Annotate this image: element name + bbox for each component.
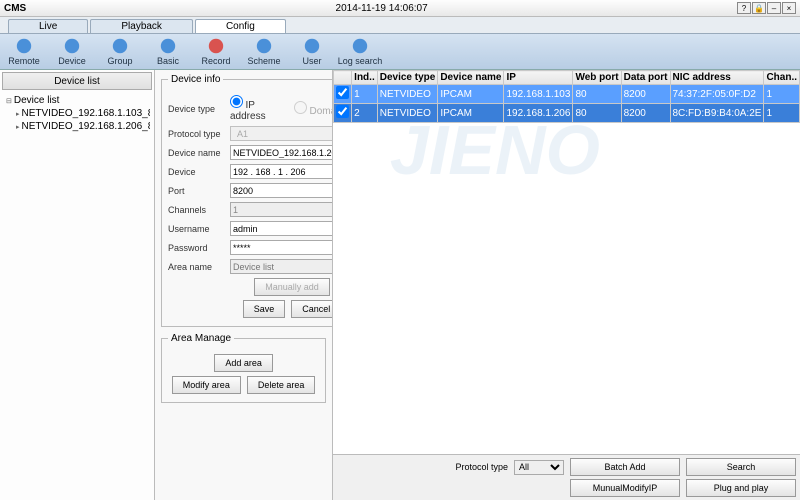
save-button[interactable]: Save — [243, 300, 286, 318]
radio-domain[interactable]: Domain — [294, 101, 333, 117]
app-title: CMS — [4, 3, 26, 14]
tree-item[interactable]: NETVIDEO_192.168.1.103_8200 — [4, 107, 150, 120]
col-header[interactable]: IP — [504, 71, 573, 85]
device-tree: Device list NETVIDEO_192.168.1.103_8200 … — [0, 92, 154, 135]
area-manage-panel: Area Manage Add area Modify area Delete … — [161, 333, 326, 403]
help-button[interactable]: ? — [737, 2, 751, 14]
area-input — [230, 259, 333, 274]
modify-area-button[interactable]: Modify area — [172, 376, 241, 394]
table-body: 1NETVIDEOIPCAM192.168.1.10380820074:37:2… — [334, 85, 800, 123]
toolbar-record[interactable]: Record — [192, 34, 240, 69]
add-area-button[interactable]: Add area — [214, 354, 273, 372]
toolbar-group[interactable]: Group — [96, 34, 144, 69]
device-name-input[interactable] — [230, 145, 333, 160]
col-header[interactable] — [334, 71, 352, 85]
label-area: Area name — [168, 262, 226, 272]
delete-area-button[interactable]: Delete area — [247, 376, 316, 394]
batch-add-button[interactable]: Batch Add — [570, 458, 680, 476]
username-input[interactable] — [230, 221, 333, 236]
toolbar-logsearch[interactable]: Log search — [336, 34, 384, 69]
label-password: Password — [168, 243, 226, 253]
table-row[interactable]: 2NETVIDEOIPCAM192.168.1.2068082008C:FD:B… — [334, 104, 800, 123]
password-input[interactable] — [230, 240, 333, 255]
label-port: Port — [168, 186, 226, 196]
col-header[interactable]: Web port — [573, 71, 621, 85]
col-header[interactable]: NIC address — [670, 71, 764, 85]
bottom-protocol-label: Protocol type — [455, 462, 508, 472]
col-header[interactable]: Ind.. — [352, 71, 378, 85]
close-button[interactable]: × — [782, 2, 796, 14]
toolbar-scheme[interactable]: Scheme — [240, 34, 288, 69]
col-header[interactable]: Device type — [377, 71, 438, 85]
manually-add-button: Manually add — [254, 278, 330, 296]
device-info-legend: Device info — [168, 74, 223, 85]
toolbar-basic[interactable]: Basic — [144, 34, 192, 69]
tab-live[interactable]: Live — [8, 19, 88, 33]
device-info-panel: Device info Device type IP address Domai… — [161, 74, 333, 327]
timestamp: 2014-11-19 14:06:07 — [26, 3, 737, 14]
label-channels: Channels — [168, 205, 226, 215]
col-header[interactable]: Data port — [621, 71, 670, 85]
toolbar-remote[interactable]: Remote — [0, 34, 48, 69]
channels-input — [230, 202, 333, 217]
label-devname: Device name — [168, 148, 226, 158]
area-manage-legend: Area Manage — [168, 333, 234, 344]
table-row[interactable]: 1NETVIDEOIPCAM192.168.1.10380820074:37:2… — [334, 85, 800, 104]
col-header[interactable]: Device name — [438, 71, 504, 85]
search-button[interactable]: Search — [686, 458, 796, 476]
row-checkbox[interactable] — [336, 105, 349, 118]
sidebar-tab[interactable]: Device list — [2, 72, 152, 90]
radio-ip[interactable]: IP address — [230, 95, 288, 122]
lock-button[interactable]: 🔒 — [752, 2, 766, 14]
table-header-row: Ind..Device typeDevice nameIPWeb portDat… — [334, 71, 800, 85]
label-device: Device — [168, 167, 226, 177]
label-protocol: Protocol type — [168, 129, 226, 139]
toolbar: RemoteDeviceGroupBasicRecordSchemeUserLo… — [0, 34, 800, 70]
row-checkbox[interactable] — [336, 86, 349, 99]
device-ip-input[interactable] — [230, 164, 333, 179]
plug-and-play-button[interactable]: Plug and play — [686, 479, 796, 497]
label-device-type: Device type — [168, 104, 226, 114]
tree-root[interactable]: Device list — [4, 94, 150, 107]
tab-config[interactable]: Config — [195, 19, 286, 33]
toolbar-user[interactable]: User — [288, 34, 336, 69]
col-header[interactable]: Chan.. — [764, 71, 800, 85]
tree-item[interactable]: NETVIDEO_192.168.1.206_8200 — [4, 120, 150, 133]
device-table: Ind..Device typeDevice nameIPWeb portDat… — [333, 70, 800, 123]
minimize-button[interactable]: – — [767, 2, 781, 14]
bottom-protocol-select[interactable]: All — [514, 460, 564, 475]
tab-playback[interactable]: Playback — [90, 19, 193, 33]
manual-modify-ip-button[interactable]: MunualModifyIP — [570, 479, 680, 497]
label-username: Username — [168, 224, 226, 234]
cancel-button[interactable]: Cancel — [291, 300, 333, 318]
port-input[interactable] — [230, 183, 333, 198]
protocol-select: A1 — [230, 126, 333, 141]
toolbar-device[interactable]: Device — [48, 34, 96, 69]
